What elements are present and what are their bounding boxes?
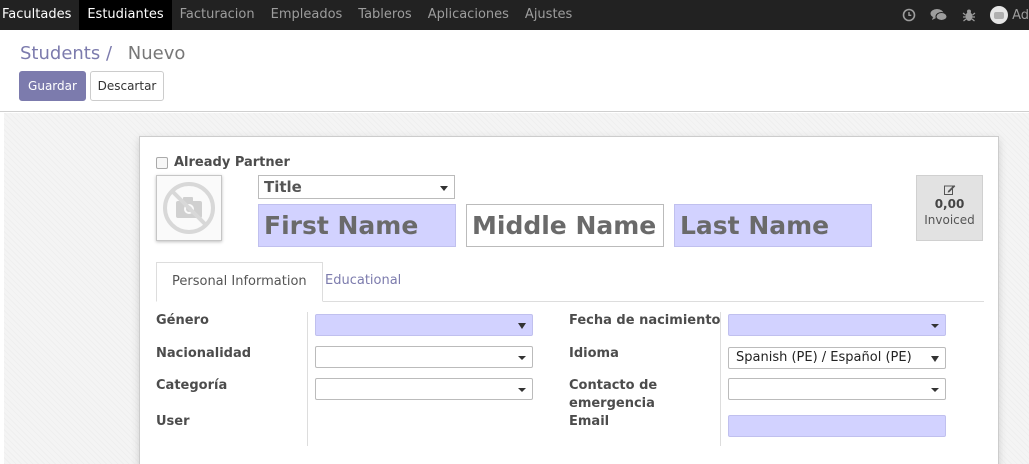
idioma-select[interactable]: Spanish (PE) / Español (PE): [728, 347, 946, 369]
already-partner-label: Already Partner: [174, 155, 290, 170]
contacto-emergencia-label-2: emergencia: [569, 396, 655, 411]
no-photo-icon: [163, 182, 215, 234]
chevron-down-icon: [931, 388, 939, 392]
user-label: User: [156, 414, 190, 429]
top-navbar: Facultades Estudiantes Facturacion Emple…: [0, 0, 1029, 30]
chevron-down-icon: [518, 323, 526, 329]
already-partner-field: Already Partner: [156, 155, 290, 170]
title-select[interactable]: Title: [258, 175, 455, 199]
form-view-background: Already Partner Title First Name Middle …: [4, 113, 1029, 464]
student-photo[interactable]: [156, 175, 222, 241]
clock-icon[interactable]: [894, 0, 924, 30]
chevron-down-icon: [931, 324, 939, 328]
discard-button[interactable]: Descartar: [90, 71, 164, 101]
chevron-down-icon: [518, 356, 526, 360]
bug-icon[interactable]: [954, 0, 984, 30]
nacionalidad-select[interactable]: [315, 346, 533, 368]
user-name: Ad: [1012, 7, 1029, 23]
user-menu[interactable]: Ad: [984, 0, 1029, 30]
chevron-down-icon: [440, 186, 448, 191]
menu-ajustes[interactable]: Ajustes: [517, 0, 580, 30]
chat-icon[interactable]: [924, 0, 954, 30]
email-label: Email: [569, 414, 610, 429]
idioma-value: Spanish (PE) / Español (PE): [736, 350, 912, 365]
fecha-nacimiento-input[interactable]: [728, 314, 946, 336]
main-menu: Facultades Estudiantes Facturacion Emple…: [0, 0, 580, 30]
save-button[interactable]: Guardar: [19, 71, 86, 101]
first-name-input[interactable]: First Name: [258, 204, 456, 247]
genero-select[interactable]: [315, 314, 533, 336]
middle-name-input[interactable]: Middle Name: [466, 204, 664, 247]
email-input[interactable]: [728, 415, 946, 437]
edit-icon: [917, 184, 982, 195]
field-divider: [307, 312, 308, 446]
breadcrumb: Students / Nuevo: [20, 43, 185, 64]
categoria-label: Categoría: [156, 378, 228, 393]
breadcrumb-current: Nuevo: [127, 43, 186, 64]
tab-educational[interactable]: Educational: [310, 262, 416, 302]
menu-aplicaciones[interactable]: Aplicaciones: [420, 0, 517, 30]
title-placeholder: Title: [264, 178, 302, 196]
contacto-emergencia-label-1: Contacto de: [569, 378, 658, 393]
field-divider: [720, 312, 721, 446]
contacto-emergencia-select[interactable]: [728, 378, 946, 400]
menu-tableros[interactable]: Tableros: [350, 0, 419, 30]
breadcrumb-parent[interactable]: Students: [20, 43, 100, 64]
notebook-tabs: Personal Information Educational: [156, 262, 984, 302]
nacionalidad-label: Nacionalidad: [156, 346, 252, 361]
genero-label: Género: [156, 313, 209, 328]
breadcrumb-separator: /: [105, 43, 113, 64]
menu-facultades[interactable]: Facultades: [0, 0, 79, 30]
form-sheet: Already Partner Title First Name Middle …: [139, 136, 999, 464]
invoiced-button[interactable]: 0,00 Invoiced: [916, 175, 983, 241]
idioma-label: Idioma: [569, 346, 619, 361]
invoiced-value: 0,00: [934, 197, 965, 211]
categoria-select[interactable]: [315, 378, 533, 400]
systray: Ad: [894, 0, 1029, 30]
menu-estudiantes[interactable]: Estudiantes: [79, 0, 172, 30]
chevron-down-icon: [931, 356, 939, 362]
last-name-input[interactable]: Last Name: [674, 204, 872, 247]
menu-facturacion[interactable]: Facturacion: [172, 0, 263, 30]
fecha-nacimiento-label: Fecha de nacimiento: [569, 313, 721, 328]
chevron-down-icon: [518, 388, 526, 392]
menu-empleados[interactable]: Empleados: [263, 0, 351, 30]
invoiced-label: Invoiced: [924, 213, 975, 227]
already-partner-checkbox[interactable]: [156, 156, 168, 169]
control-panel: Students / Nuevo Guardar Descartar: [0, 30, 1029, 112]
tab-personal-information[interactable]: Personal Information: [156, 262, 323, 302]
avatar: [990, 6, 1009, 24]
